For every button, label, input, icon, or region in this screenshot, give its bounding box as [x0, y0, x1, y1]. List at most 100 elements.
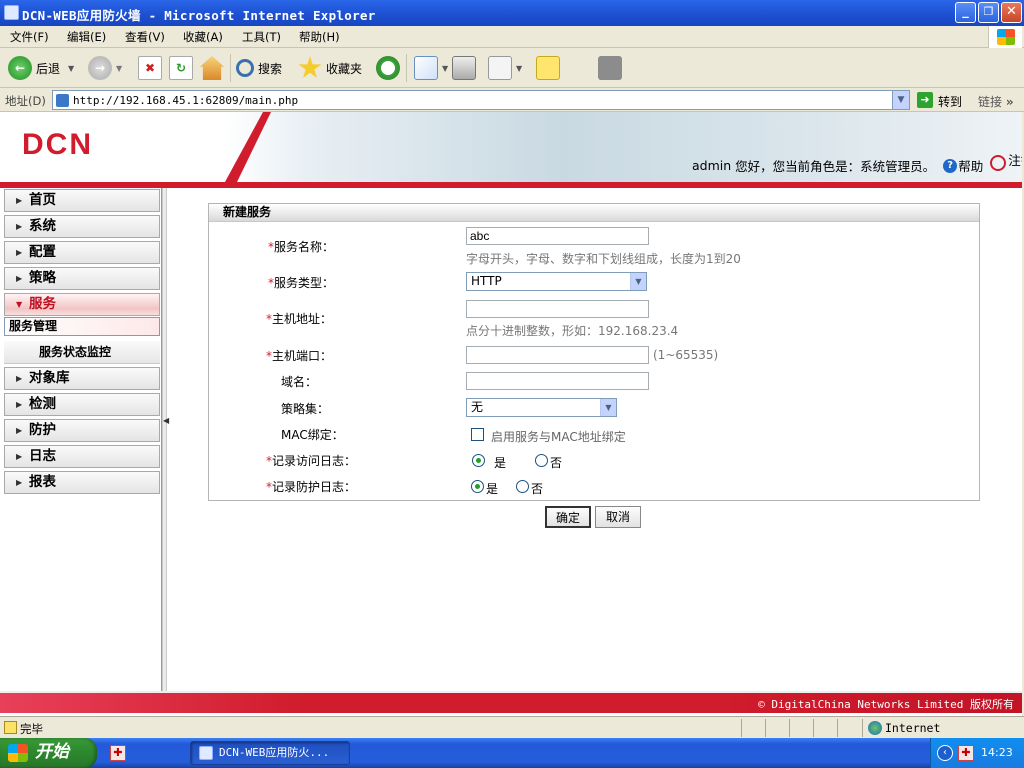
favorites-button[interactable]: 收藏夹	[298, 54, 362, 82]
home-button[interactable]	[200, 54, 228, 82]
sidebar-subitem-service-monitor[interactable]: 服务状态监控	[4, 341, 160, 364]
back-button[interactable]: ← 后退 ▼	[8, 54, 74, 82]
label-text: 记录访问日志：	[272, 454, 357, 468]
sidebar-subitem-service-management[interactable]: 服务管理	[4, 317, 160, 336]
status-bar: 完毕 Internet	[0, 716, 1024, 738]
menu-favorites[interactable]: 收藏(A)	[183, 29, 223, 45]
sidebar-item-label: 检测	[29, 396, 56, 412]
triangle-down-icon: ▼	[16, 300, 23, 309]
app-header: DCN admin 您好，您当前角色是：系统管理员。 ? 帮助 注销	[0, 112, 1024, 188]
access-log-no-radio[interactable]	[535, 454, 548, 467]
history-icon	[376, 56, 400, 80]
forward-arrow-icon: →	[88, 56, 112, 80]
help-link[interactable]: 帮助	[958, 156, 983, 175]
sidebar-item-policy[interactable]: ▶ 策略	[4, 267, 160, 290]
collapse-arrow-icon[interactable]: ◀	[163, 416, 169, 436]
service-name-hint: 字母开头，字母、数字和下划线组成，长度为1到20	[466, 252, 741, 266]
sidebar-item-protection[interactable]: ▶ 防护	[4, 419, 160, 442]
links-button[interactable]: 链接 »	[978, 93, 1014, 110]
go-button[interactable]: 转到	[938, 93, 962, 110]
domain-input[interactable]	[466, 372, 649, 390]
triangle-right-icon: ▶	[16, 196, 23, 205]
refresh-icon: ↻	[169, 56, 193, 80]
protect-log-label: *记录防护日志：	[266, 478, 356, 495]
policy-set-select[interactable]: 无 ▼	[466, 398, 617, 417]
status-text: 完毕	[20, 722, 43, 736]
chevron-down-icon: ▼	[442, 63, 449, 73]
tray-app-icon[interactable]: ✚	[958, 745, 974, 761]
menu-bar: 文件(F) 编辑(E) 查看(V) 收藏(A) 工具(T) 帮助(H)	[0, 26, 1024, 48]
access-log-yes-radio[interactable]	[472, 454, 485, 467]
protect-log-yes-label: 是	[486, 482, 499, 496]
address-input[interactable]: http://192.168.45.1:62809/main.php ▼	[52, 90, 910, 110]
sidebar-item-reports[interactable]: ▶ 报表	[4, 471, 160, 494]
host-address-input[interactable]	[466, 300, 649, 318]
taskbar: 开始 ✚ DCN-WEB应用防火... ‹ ✚ 14:23	[0, 738, 1024, 768]
menu-tools[interactable]: 工具(T)	[242, 29, 281, 45]
internet-zone-icon	[868, 721, 882, 735]
chevron-down-icon: ▼	[68, 63, 75, 73]
host-address-hint: 点分十进制整数，形如：192.168.23.4	[466, 324, 679, 338]
triangle-right-icon: ▶	[16, 274, 23, 283]
search-button[interactable]: 搜索	[236, 54, 282, 82]
quick-launch-app-icon[interactable]: ✚	[110, 745, 126, 761]
sidebar-item-label: 策略	[29, 270, 56, 286]
sidebar-item-service[interactable]: ▼ 服务	[4, 293, 160, 316]
sidebar-item-objects[interactable]: ▶ 对象库	[4, 367, 160, 390]
taskbar-window-button[interactable]: DCN-WEB应用防火...	[190, 741, 350, 765]
windows-flag-icon	[8, 744, 28, 762]
triangle-right-icon: ▶	[16, 222, 23, 231]
mac-bind-checkbox[interactable]	[471, 428, 484, 441]
service-type-select[interactable]: HTTP ▼	[466, 272, 647, 291]
go-arrow-icon[interactable]: ➜	[917, 92, 933, 108]
logout-key-icon[interactable]	[990, 154, 1007, 171]
protect-log-no-radio[interactable]	[516, 480, 529, 493]
maximize-button[interactable]: ❐	[978, 2, 999, 23]
sidebar-item-home[interactable]: ▶ 首页	[4, 189, 160, 212]
sidebar-item-system[interactable]: ▶ 系统	[4, 215, 160, 238]
favorites-label: 收藏夹	[326, 61, 363, 76]
minimize-button[interactable]: _	[955, 2, 976, 23]
print-button[interactable]	[452, 54, 480, 82]
menu-file[interactable]: 文件(F)	[10, 29, 49, 45]
protect-log-yes-radio[interactable]	[471, 480, 484, 493]
menu-edit[interactable]: 编辑(E)	[67, 29, 106, 45]
sidebar-item-logs[interactable]: ▶ 日志	[4, 445, 160, 468]
cancel-button[interactable]: 取消	[595, 506, 641, 528]
stop-button[interactable]: ✖	[138, 54, 166, 82]
sidebar-item-detection[interactable]: ▶ 检测	[4, 393, 160, 416]
label-text: 记录防护日志：	[272, 480, 357, 494]
app-footer: © DigitalChina Networks Limited 版权所有	[0, 691, 1022, 713]
menu-view[interactable]: 查看(V)	[125, 29, 165, 45]
label-text: 服务名称：	[274, 240, 335, 254]
page-done-icon	[4, 721, 17, 734]
taskbar-window-label: DCN-WEB应用防火...	[219, 746, 330, 759]
discuss-button[interactable]	[536, 54, 564, 82]
menu-help[interactable]: 帮助(H)	[299, 29, 340, 45]
service-name-input[interactable]: abc	[466, 227, 649, 245]
close-button[interactable]: ✕	[1001, 2, 1022, 23]
messenger-button[interactable]	[598, 54, 626, 82]
domain-label: 域名：	[281, 375, 318, 389]
service-type-value: HTTP	[471, 274, 502, 288]
ie-icon	[4, 5, 19, 20]
ok-button[interactable]: 确定	[545, 506, 591, 528]
mail-button[interactable]: ▼	[414, 54, 448, 82]
refresh-button[interactable]: ↻	[169, 54, 197, 82]
start-button[interactable]: 开始	[0, 738, 97, 768]
tray-expand-icon[interactable]: ‹	[937, 745, 953, 761]
edit-button[interactable]: ▼	[488, 54, 522, 82]
toolbar: ← 后退 ▼ → ▼ ✖ ↻ 搜索 收藏夹 ▼ ▼	[0, 48, 1024, 88]
form-title: 新建服务	[209, 204, 979, 222]
help-icon[interactable]: ?	[943, 158, 958, 173]
dcn-logo: DCN	[22, 128, 93, 161]
host-port-input[interactable]	[466, 346, 649, 364]
history-button[interactable]	[376, 54, 404, 82]
forward-button[interactable]: → ▼	[88, 54, 122, 82]
sidebar-item-label: 日志	[29, 448, 56, 464]
sidebar-item-config[interactable]: ▶ 配置	[4, 241, 160, 264]
address-dropdown-button[interactable]: ▼	[892, 91, 909, 109]
sidebar-splitter[interactable]: ◀	[162, 188, 169, 691]
access-log-no-label: 否	[550, 456, 563, 470]
new-service-form: 新建服务 *服务名称： abc 字母开头，字母、数字和下划线组成，长度为1到20…	[208, 203, 980, 501]
